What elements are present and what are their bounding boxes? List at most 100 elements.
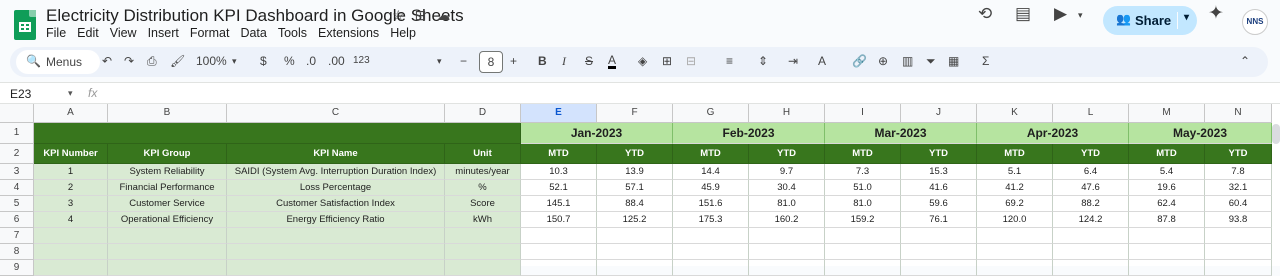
kpi-number-cell[interactable]: 1	[34, 164, 108, 180]
value-cell[interactable]: 5.1	[977, 164, 1053, 180]
kpi-number-header[interactable]: KPI Number	[34, 144, 108, 164]
empty-cell[interactable]	[521, 260, 597, 276]
empty-cell[interactable]	[977, 228, 1053, 244]
insert-chart-icon[interactable]: ▥	[902, 54, 913, 68]
unit-header[interactable]: Unit	[445, 144, 521, 164]
value-cell[interactable]: 51.0	[825, 180, 901, 196]
empty-cell[interactable]	[1205, 244, 1272, 260]
star-icon[interactable]: ☆	[392, 7, 405, 23]
empty-cell[interactable]	[227, 244, 445, 260]
borders-icon[interactable]: ⊞	[662, 54, 672, 68]
value-cell[interactable]: 88.4	[597, 196, 673, 212]
decrease-decimal-button[interactable]: .0	[306, 54, 316, 68]
empty-cell[interactable]	[597, 260, 673, 276]
value-cell[interactable]: 62.4	[1129, 196, 1205, 212]
font-size-input[interactable]: 8	[479, 51, 503, 73]
font-size-decrease-icon[interactable]: −	[460, 54, 467, 68]
empty-cell[interactable]	[34, 228, 108, 244]
text-color-icon[interactable]: A	[608, 54, 617, 69]
name-box-dropdown-icon[interactable]: ▾	[68, 88, 73, 99]
kpi-number-cell[interactable]: 2	[34, 180, 108, 196]
empty-cell[interactable]	[977, 244, 1053, 260]
zoom-select[interactable]: 100%	[196, 54, 227, 68]
kpi-group-cell[interactable]: System Reliability	[108, 164, 227, 180]
italic-icon[interactable]: I	[562, 54, 566, 69]
select-all-corner[interactable]	[0, 104, 34, 123]
increase-decimal-button[interactable]: .00	[328, 54, 345, 68]
column-header-k[interactable]: K	[977, 104, 1053, 123]
print-icon[interactable]: ⎙	[147, 54, 157, 69]
insert-comment-icon[interactable]: ⊕	[878, 54, 888, 68]
menu-insert[interactable]: Insert	[148, 26, 179, 40]
empty-cell[interactable]	[445, 228, 521, 244]
value-cell[interactable]: 10.3	[521, 164, 597, 180]
menu-view[interactable]: View	[110, 26, 137, 40]
unit-cell[interactable]: kWh	[445, 212, 521, 228]
value-cell[interactable]: 6.4	[1053, 164, 1129, 180]
value-cell[interactable]: 30.4	[749, 180, 825, 196]
empty-cell[interactable]	[227, 260, 445, 276]
column-header-a[interactable]: A	[34, 104, 108, 123]
empty-cell[interactable]	[977, 260, 1053, 276]
value-cell[interactable]: 59.6	[901, 196, 977, 212]
filter-views-icon[interactable]: ▦	[948, 54, 959, 68]
value-cell[interactable]: 81.0	[749, 196, 825, 212]
value-cell[interactable]: 7.8	[1205, 164, 1272, 180]
value-cell[interactable]: 88.2	[1053, 196, 1129, 212]
value-cell[interactable]: 145.1	[521, 196, 597, 212]
horizontal-align-icon[interactable]: ≡	[726, 54, 733, 68]
empty-cell[interactable]	[108, 260, 227, 276]
value-cell[interactable]: 160.2	[749, 212, 825, 228]
value-cell[interactable]: 15.3	[901, 164, 977, 180]
menus-search[interactable]: 🔍 Menus	[16, 50, 100, 74]
merge-cells-icon[interactable]: ⊟	[686, 54, 696, 68]
empty-cell[interactable]	[34, 260, 108, 276]
fill-color-icon[interactable]: ◈	[638, 54, 647, 68]
month-header[interactable]: May-2023	[1129, 123, 1272, 144]
mtd-header[interactable]: MTD	[673, 144, 749, 164]
empty-cell[interactable]	[1053, 244, 1129, 260]
menu-tools[interactable]: Tools	[278, 26, 307, 40]
paint-format-icon[interactable]: 🖌	[170, 54, 185, 68]
empty-cell[interactable]	[597, 228, 673, 244]
column-header-c[interactable]: C	[227, 104, 445, 123]
text-rotation-icon[interactable]: A	[818, 54, 826, 68]
ytd-header[interactable]: YTD	[1205, 144, 1272, 164]
menu-edit[interactable]: Edit	[77, 26, 99, 40]
empty-cell[interactable]	[673, 260, 749, 276]
redo-icon[interactable]: ↷	[124, 54, 134, 68]
mtd-header[interactable]: MTD	[521, 144, 597, 164]
empty-cell[interactable]	[1053, 228, 1129, 244]
empty-cell[interactable]	[749, 260, 825, 276]
month-header[interactable]: Jan-2023	[521, 123, 673, 144]
row-header-6[interactable]: 6	[0, 212, 34, 228]
menu-help[interactable]: Help	[390, 26, 416, 40]
ytd-header[interactable]: YTD	[901, 144, 977, 164]
value-cell[interactable]: 124.2	[1053, 212, 1129, 228]
meet-icon[interactable]: ▶	[1054, 4, 1067, 24]
percent-format-button[interactable]: %	[284, 54, 295, 68]
empty-cell[interactable]	[901, 260, 977, 276]
empty-cell[interactable]	[227, 228, 445, 244]
value-cell[interactable]: 47.6	[1053, 180, 1129, 196]
font-dropdown-icon[interactable]: ▾	[437, 56, 442, 67]
value-cell[interactable]: 5.4	[1129, 164, 1205, 180]
vertical-scrollbar[interactable]	[1272, 124, 1280, 144]
row-header-4[interactable]: 4	[0, 180, 34, 196]
month-header[interactable]: Apr-2023	[977, 123, 1129, 144]
ytd-header[interactable]: YTD	[597, 144, 673, 164]
column-header-f[interactable]: F	[597, 104, 673, 123]
column-header-h[interactable]: H	[749, 104, 825, 123]
value-cell[interactable]: 150.7	[521, 212, 597, 228]
value-cell[interactable]: 41.2	[977, 180, 1053, 196]
number-format-button[interactable]: 123	[353, 55, 370, 66]
kpi-name-cell[interactable]: Customer Satisfaction Index	[227, 196, 445, 212]
meet-dropdown-icon[interactable]: ▾	[1078, 10, 1083, 21]
move-folder-icon[interactable]: ⊞	[415, 7, 427, 23]
comments-icon[interactable]: ▤	[1015, 4, 1031, 24]
column-header-g[interactable]: G	[673, 104, 749, 123]
value-cell[interactable]: 159.2	[825, 212, 901, 228]
vertical-align-icon[interactable]: ⇕	[758, 54, 768, 68]
column-header-d[interactable]: D	[445, 104, 521, 123]
row-header-3[interactable]: 3	[0, 164, 34, 180]
